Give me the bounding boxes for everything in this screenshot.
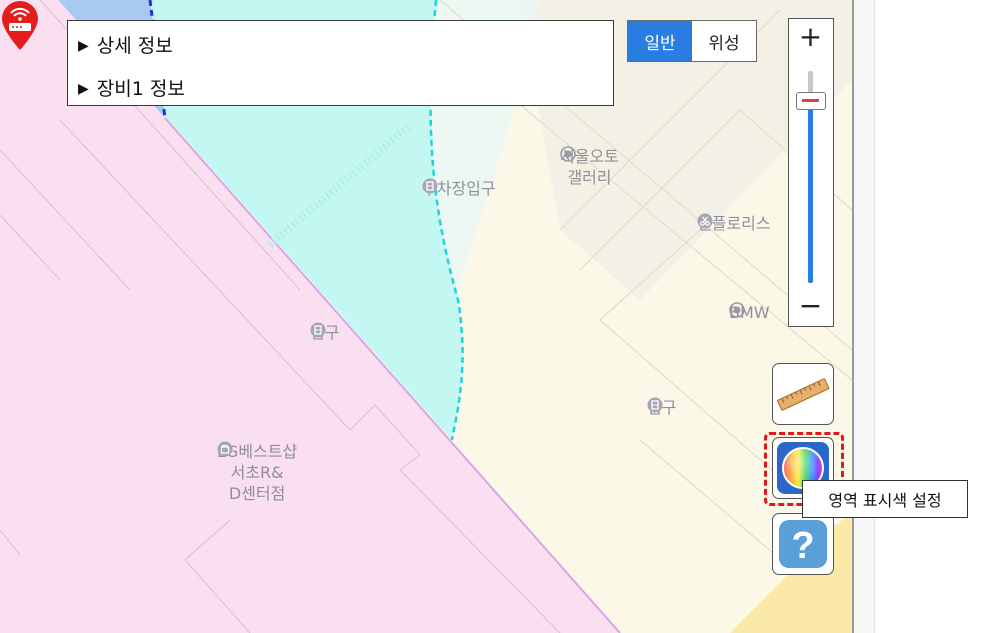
- shop-icon: [217, 441, 233, 457]
- map-type-satellite-button[interactable]: 위성: [692, 21, 756, 61]
- poi-label: 서초R&: [230, 463, 284, 482]
- poi-seoul-auto-gallery[interactable]: 서울오토 갤러리: [560, 146, 619, 188]
- device1-info-label: 장비1 정보: [96, 78, 185, 100]
- detail-info-toggle[interactable]: ▶ 상세 정보: [78, 31, 173, 58]
- poi-label: 갤러리: [567, 168, 612, 187]
- svg-text:?: ?: [791, 525, 814, 567]
- info-panel: ▶ 상세 정보 ▶ 장비1 정보: [67, 20, 614, 106]
- entrance-icon: [647, 397, 663, 413]
- map-type-normal-button[interactable]: 일반: [628, 21, 692, 61]
- poi-entrance[interactable]: 입구: [310, 322, 339, 343]
- target-icon: [729, 302, 745, 318]
- device1-info-toggle[interactable]: ▶ 장비1 정보: [78, 74, 185, 101]
- entrance-icon: [310, 322, 326, 338]
- poi-parking-entrance[interactable]: 주차장입구: [422, 178, 496, 199]
- color-setting-tooltip: 영역 표시색 설정: [802, 480, 968, 518]
- side-gutter: [854, 0, 875, 633]
- ruler-icon: [777, 378, 830, 411]
- target-icon: [560, 146, 576, 162]
- router-marker-icon[interactable]: [0, 0, 40, 52]
- poi-lg-bestshop[interactable]: LG베스트샵 서초R& D센터점: [217, 441, 297, 504]
- map-type-toggle: 일반 위성: [627, 20, 757, 62]
- poi-bmw[interactable]: BMW: [729, 302, 770, 323]
- zoom-slider-handle[interactable]: [796, 92, 826, 110]
- zoom-control: + −: [788, 18, 834, 327]
- detail-info-label: 상세 정보: [96, 35, 173, 57]
- zoom-out-button[interactable]: −: [789, 288, 832, 326]
- poi-elflorist[interactable]: 엘플로리스: [697, 213, 771, 234]
- scissors-icon: [697, 213, 713, 229]
- question-icon: ?: [779, 520, 827, 568]
- zoom-in-button[interactable]: +: [789, 19, 832, 57]
- expand-arrow-icon: ▶: [78, 38, 89, 54]
- zoom-level-fill: [808, 107, 813, 283]
- poi-entrance[interactable]: 입구: [647, 397, 676, 418]
- map-canvas[interactable]: 서울오토 갤러리 주차장입구 엘플로리스 BMW 입구 입구 LG베스트샵 서초…: [0, 0, 852, 633]
- expand-arrow-icon: ▶: [78, 81, 89, 97]
- ruler-tool-button[interactable]: [772, 363, 834, 425]
- help-button[interactable]: ?: [772, 513, 834, 575]
- entrance-icon: [422, 178, 438, 194]
- poi-label: D센터점: [228, 484, 286, 503]
